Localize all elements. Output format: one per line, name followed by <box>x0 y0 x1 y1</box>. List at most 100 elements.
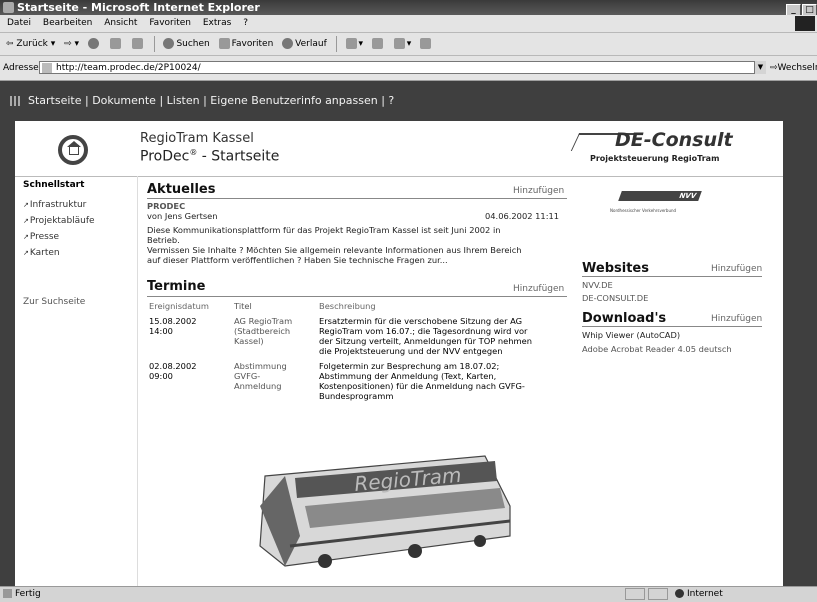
go-arrow-icon: ⇨ <box>770 63 778 73</box>
downloads-add-link[interactable]: Hinzufügen <box>711 314 762 324</box>
search-button[interactable]: Suchen <box>163 33 210 55</box>
refresh-icon <box>109 38 121 49</box>
zone-indicator: Internet <box>675 587 723 602</box>
edit-button[interactable]: ▾ <box>393 33 411 55</box>
menu-help[interactable]: ? <box>243 18 248 28</box>
event-desc-line: Ersatztermin für die verschobene Sitzung… <box>319 316 523 326</box>
logo-subtitle: Projektsteuerung RegioTram <box>590 154 720 163</box>
quickstart-item-karten[interactable]: Karten <box>23 245 95 261</box>
event-description: Ersatztermin für die verschobene Sitzung… <box>319 316 569 356</box>
menu-favoriten[interactable]: Favoriten <box>149 18 191 28</box>
history-button[interactable]: Verlauf <box>282 33 327 55</box>
quickstart-item-infrastruktur[interactable]: Infrastruktur <box>23 197 95 213</box>
toolbar-separator <box>153 35 155 52</box>
event-title-line: AG RegioTram <box>234 316 293 326</box>
termine-add-link[interactable]: Hinzufügen <box>513 284 564 294</box>
left-margin <box>0 121 15 586</box>
website-link-de-consult[interactable]: DE-CONSULT.DE <box>582 293 648 303</box>
browser-toolbar: ⇦ Zurück ▾ ⇨ ▾ Suchen Favoriten Verlauf … <box>0 33 817 56</box>
site-title-line1: RegioTram Kassel <box>140 131 254 146</box>
download-link-whip[interactable]: Whip Viewer (AutoCAD) <box>582 330 680 340</box>
history-icon <box>282 38 294 49</box>
event-title[interactable]: Abstimmung GVFG-Anmeldung <box>234 361 304 391</box>
news-text-4: auf dieser Plattform veröffentlichen ? H… <box>147 255 448 265</box>
favorites-icon <box>218 38 230 49</box>
address-label: Adresse <box>3 63 39 73</box>
forward-button[interactable]: ⇨ ▾ <box>64 33 79 55</box>
back-button[interactable]: ⇦ Zurück ▾ <box>6 33 55 55</box>
event-title-line: GVFG-Anmeldung <box>234 371 282 391</box>
event-desc-line: Bundesprogramm <box>319 391 394 401</box>
nvv-logo-subtitle: Nordhessischer Verkehrsverbund <box>610 208 677 213</box>
zone-label: Internet <box>687 589 723 599</box>
event-title[interactable]: AG RegioTram (Stadtbereich Kassel) <box>234 316 304 346</box>
download-link-acrobat[interactable]: Adobe Acrobat Reader 4.05 deutsch <box>582 344 732 354</box>
home-button[interactable] <box>131 33 145 55</box>
mail-button[interactable]: ▾ <box>345 33 363 55</box>
site-title-prefix: ProDec <box>140 148 190 165</box>
sidebar-divider <box>137 176 138 586</box>
tram-image: RegioTram <box>225 436 515 586</box>
websites-add-link[interactable]: Hinzufügen <box>711 264 762 274</box>
address-bar: Adresse http://team.prodec.de/2P10024/ ▼… <box>0 56 817 97</box>
website-link-nvv[interactable]: NVV.DE <box>582 280 613 290</box>
history-label: Verlauf <box>295 39 327 49</box>
news-author: von Jens Gertsen <box>147 211 218 221</box>
news-text-1: Diese Kommunikationsplattform für das Pr… <box>147 225 501 235</box>
menu-datei[interactable]: Datei <box>7 18 31 28</box>
event-title-line: Abstimmung <box>234 361 287 371</box>
news-text-3: Vermissen Sie Inhalte ? Möchten Sie allg… <box>147 245 522 255</box>
menu-ansicht[interactable]: Ansicht <box>104 18 137 28</box>
favorites-label: Favoriten <box>231 39 274 49</box>
refresh-button[interactable] <box>109 33 123 55</box>
toolbar-separator-2 <box>335 35 337 52</box>
site-title-suffix: - Startseite <box>197 148 280 165</box>
quickstart-list: Infrastruktur Projektabläufe Presse Kart… <box>23 197 95 261</box>
house-shape <box>69 145 79 155</box>
header-divider <box>15 176 783 177</box>
stop-button[interactable] <box>87 33 101 55</box>
search-icon <box>163 38 175 49</box>
address-input[interactable]: http://team.prodec.de/2P10024/ <box>39 61 764 74</box>
menu-bearbeiten[interactable]: Bearbeiten <box>43 18 92 28</box>
quickstart-item-projektablaeufe[interactable]: Projektabläufe <box>23 213 95 229</box>
quickstart-item-presse[interactable]: Presse <box>23 229 95 245</box>
search-page-link[interactable]: Zur Suchseite <box>23 297 85 307</box>
window-title: Startseite - Microsoft Internet Explorer <box>17 1 260 14</box>
address-dropdown-icon[interactable]: ▼ <box>754 61 766 74</box>
favorites-button[interactable]: Favoriten <box>218 33 274 55</box>
aktuelles-add-link[interactable]: Hinzufügen <box>513 186 564 196</box>
event-desc-line: Abstimmung der Anmeldung (Text, Karten, <box>319 371 497 381</box>
site-nav-links[interactable]: Startseite | Dokumente | Listen | Eigene… <box>28 94 394 107</box>
print-icon <box>371 38 383 49</box>
address-url: http://team.prodec.de/2P10024/ <box>56 63 201 73</box>
quickstart-title: Schnellstart <box>23 180 85 190</box>
news-text-2: Betrieb. <box>147 235 180 245</box>
column-header-date: Ereignisdatum <box>149 301 209 311</box>
print-button[interactable] <box>371 33 385 55</box>
ie-app-icon <box>3 2 14 13</box>
home-logo-icon[interactable] <box>58 135 88 165</box>
forward-arrow-icon: ⇨ <box>64 39 72 49</box>
event-title-line: Kassel) <box>234 336 264 346</box>
back-arrow-icon: ⇦ <box>6 39 14 49</box>
nvv-logo[interactable]: NVV Nordhessischer Verkehrsverbund <box>610 181 702 219</box>
search-label: Suchen <box>176 39 210 49</box>
nav-right-edge <box>783 81 817 121</box>
termine-rule <box>147 296 567 297</box>
event-desc-line: der Sitzung verteilt, Anmeldungen für TO… <box>319 336 532 346</box>
site-nav: Startseite | Dokumente | Listen | Eigene… <box>0 81 817 121</box>
discuss-icon <box>420 38 432 49</box>
news-tag: PRODEC <box>147 201 186 211</box>
discuss-button[interactable] <box>420 33 433 55</box>
mail-icon <box>345 38 357 49</box>
page-content: RegioTram Kassel ProDec® - Startseite DE… <box>15 121 783 586</box>
event-title-line: (Stadtbereich <box>234 326 291 336</box>
menu-bar: Datei Bearbeiten Ansicht Favoriten Extra… <box>0 15 817 33</box>
de-consult-logo: DE-Consult Projektsteuerung RegioTram <box>570 129 770 169</box>
menu-extras[interactable]: Extras <box>203 18 231 28</box>
column-header-description: Beschreibung <box>319 301 376 311</box>
status-bar: Fertig Internet <box>0 586 817 602</box>
edit-icon <box>393 38 405 49</box>
event-desc-line: Folgetermin zur Besprechung am 18.07.02; <box>319 361 500 371</box>
